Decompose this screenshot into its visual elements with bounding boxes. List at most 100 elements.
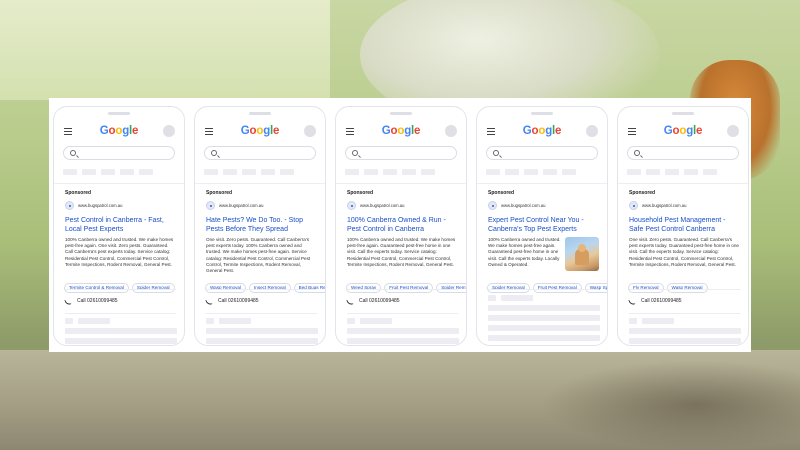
phone-icon: [205, 298, 213, 306]
sitelink-chip[interactable]: Spider Removal: [487, 282, 530, 293]
phone-mockup-3: Google Sponsored www.bugspatrol.com.au 1…: [335, 106, 467, 346]
skeleton-line: [206, 338, 318, 344]
sitelink-chip[interactable]: Spider Rem: [436, 282, 466, 293]
ad-description: One visit. Zero pests. Guaranteed. Call …: [206, 237, 311, 274]
google-logo: Google: [381, 125, 421, 137]
sitelink-chip[interactable]: Fruit Pest Removal: [384, 282, 434, 293]
skeleton-line: [206, 328, 318, 334]
phone-mockup-4: Google Sponsored www.bugspatrol.com.au E…: [476, 106, 608, 346]
sponsored-label: Sponsored: [347, 190, 374, 196]
search-icon: [493, 150, 499, 156]
call-text: Call 02610099485: [77, 298, 118, 304]
avatar[interactable]: [304, 125, 316, 137]
avatar[interactable]: [445, 125, 457, 137]
sponsored-label: Sponsored: [488, 190, 515, 196]
sitelink-chip[interactable]: Fly Removal: [628, 282, 664, 293]
sponsored-label: Sponsored: [629, 190, 656, 196]
sitelink-chip[interactable]: Weed Spray: [346, 282, 382, 293]
sitelink-chips: Wasp Removal Insect Removal Bed Bugs Re: [205, 276, 325, 294]
google-logo: Google: [240, 125, 280, 137]
ad-url: www.bugspatrol.com.au: [78, 203, 123, 208]
ad-url-row[interactable]: www.bugspatrol.com.au: [206, 201, 317, 211]
skeleton-line: [642, 318, 674, 324]
skeleton-line: [347, 338, 459, 344]
filter-tabs: [486, 169, 598, 177]
sitelink-chip[interactable]: Bed Bugs Re: [293, 282, 325, 293]
phone-icon: [346, 298, 354, 306]
search-input[interactable]: [627, 146, 739, 160]
search-icon: [70, 150, 76, 156]
call-row[interactable]: Call 02610099485: [346, 298, 458, 308]
ad-url-row[interactable]: www.bugspatrol.com.au: [488, 201, 599, 211]
phone-mockup-1: Google Sponsored www.bugspatrol.com.au P…: [53, 106, 185, 346]
filter-tabs: [627, 169, 739, 177]
sitelink-chips: Weed Spray Fruit Pest Removal Spider Rem: [346, 276, 466, 294]
ad-headline[interactable]: Expert Pest Control Near You - Canberra'…: [488, 216, 600, 234]
sitelink-chip[interactable]: Spider Removal: [131, 282, 175, 293]
search-input[interactable]: [204, 146, 316, 160]
ad-headline[interactable]: 100% Canberra Owned & Run - Pest Control…: [347, 216, 459, 234]
filter-tabs: [345, 169, 457, 177]
skeleton-line: [360, 318, 392, 324]
avatar[interactable]: [586, 125, 598, 137]
search-icon: [352, 150, 358, 156]
skeleton-line: [78, 318, 110, 324]
search-input[interactable]: [63, 146, 175, 160]
call-text: Call 02610099485: [218, 298, 259, 304]
favicon-icon: [488, 201, 497, 210]
sitelink-chip[interactable]: Wasp Removal: [205, 282, 246, 293]
ad-headline[interactable]: Household Pest Management - Safe Pest Co…: [629, 216, 741, 234]
skeleton-line: [488, 325, 600, 331]
ad-url: www.bugspatrol.com.au: [360, 203, 405, 208]
call-text: Call 02610099485: [359, 298, 400, 304]
phone-icon: [64, 298, 72, 306]
ad-description: 100% Canberra owned and trusted. We make…: [488, 237, 561, 267]
skeleton-line: [629, 338, 741, 344]
call-row[interactable]: Call 02610099485: [64, 298, 176, 308]
favicon-icon: [206, 201, 215, 210]
search-input[interactable]: [486, 146, 598, 160]
skeleton-line: [488, 335, 600, 341]
favicon-icon: [629, 201, 638, 210]
ad-url: www.bugspatrol.com.au: [642, 203, 687, 208]
sitelink-chips: Spider Removal Fruit Pest Removal Wasp Sp: [487, 276, 607, 294]
skeleton-line: [488, 305, 600, 311]
ad-description: 100% Canberra owned and trusted. We make…: [65, 237, 174, 267]
call-text: Call 02610099485: [641, 298, 682, 304]
skeleton-line: [219, 318, 251, 324]
ad-url: www.bugspatrol.com.au: [501, 203, 546, 208]
skeleton-line: [65, 338, 177, 344]
sitelink-chip[interactable]: Wasp Sp: [584, 282, 607, 293]
sitelink-chip[interactable]: Insect Removal: [248, 282, 291, 293]
ad-url-row[interactable]: www.bugspatrol.com.au: [65, 201, 176, 211]
ad-url-row[interactable]: www.bugspatrol.com.au: [347, 201, 458, 211]
google-logo: Google: [522, 125, 562, 137]
avatar[interactable]: [727, 125, 739, 137]
search-input[interactable]: [345, 146, 457, 160]
sitelink-chip[interactable]: Wasp Removal: [666, 282, 708, 293]
avatar[interactable]: [163, 125, 175, 137]
google-logo: Google: [663, 125, 703, 137]
ad-url-row[interactable]: www.bugspatrol.com.au: [629, 201, 740, 211]
phone-mockup-5: Google Sponsored www.bugspatrol.com.au H…: [617, 106, 749, 346]
ads-preview-panel: Google Sponsored www.bugspatrol.com.au P…: [49, 98, 751, 352]
filter-tabs: [63, 169, 175, 177]
ad-description: 100% Canberra owned and trusted. We make…: [347, 237, 456, 267]
call-row[interactable]: Call 02610099485: [628, 298, 740, 308]
sitelink-chip[interactable]: Fruit Pest Removal: [532, 282, 582, 293]
ad-headline[interactable]: Pest Control in Canberra - Fast, Local P…: [65, 216, 177, 234]
phone-mockup-2: Google Sponsored www.bugspatrol.com.au H…: [194, 106, 326, 346]
ad-headline[interactable]: Hate Pests? We Do Too. - Stop Pests Befo…: [206, 216, 318, 234]
ad-thumbnail-image[interactable]: [565, 237, 599, 271]
ad-url: www.bugspatrol.com.au: [219, 203, 264, 208]
phone-icon: [628, 298, 636, 306]
call-row[interactable]: Call 02610099485: [205, 298, 317, 308]
search-icon: [211, 150, 217, 156]
favicon-icon: [347, 201, 356, 210]
skeleton-line: [65, 328, 177, 334]
sitelink-chip[interactable]: Termite Control & Removal: [64, 282, 129, 293]
background-window: [0, 0, 330, 100]
sponsored-label: Sponsored: [65, 190, 92, 196]
skeleton-line: [629, 328, 741, 334]
skeleton-line: [629, 318, 637, 324]
